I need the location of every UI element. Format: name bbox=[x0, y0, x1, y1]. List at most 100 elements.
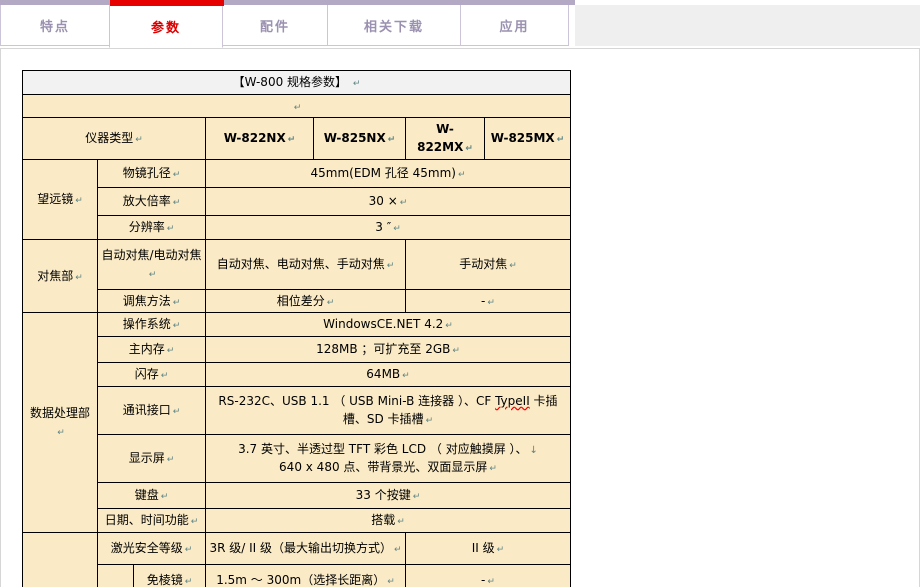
return-mark: ↵ bbox=[327, 298, 335, 308]
label-focus-method: 调焦方法↵ bbox=[98, 289, 206, 313]
value-autofocus-nx: 自动对焦、电动对焦、手动对焦↵ bbox=[206, 239, 406, 289]
spec-table: 【W-800 规格参数】 ↵ ↵ 仪器类型↵ W-822NX↵ W- bbox=[22, 70, 571, 587]
model-col-2: W-825NX↵ bbox=[314, 118, 406, 160]
value-resolution: 3 ″↵ bbox=[206, 215, 571, 239]
label-flash: 闪存↵ bbox=[98, 363, 206, 387]
tab-applications-label: 应用 bbox=[499, 16, 529, 35]
row-flash: 闪存↵ 64MB↵ bbox=[23, 363, 571, 387]
value-aperture: 45mm(EDM 孔径 45mm)↵ bbox=[206, 159, 571, 187]
tab-parameters-label: 参数 bbox=[151, 17, 181, 36]
return-mark: ↵ bbox=[445, 321, 453, 331]
table-title: 【W-800 规格参数】 ↵ bbox=[23, 71, 571, 95]
return-mark: ↵ bbox=[185, 545, 193, 555]
value-keyboard: 33 个按键↵ bbox=[206, 482, 571, 508]
return-mark: ↵ bbox=[458, 170, 466, 180]
row-magnification: 放大倍率↵ 30 ×↵ bbox=[23, 187, 571, 215]
model-col-1: W-822NX↵ bbox=[206, 118, 314, 160]
group-edm-empty bbox=[23, 532, 98, 587]
value-reflectorless-nx: 1.5m ～ 300m（选择长距离）↵ bbox=[206, 564, 406, 587]
return-mark: ↵ bbox=[173, 407, 181, 417]
return-mark: ↵ bbox=[149, 270, 157, 280]
return-mark: ↵ bbox=[191, 517, 199, 527]
content-panel: 【W-800 规格参数】 ↵ ↵ 仪器类型↵ W-822NX↵ W- bbox=[0, 48, 920, 587]
return-mark: ↵ bbox=[173, 170, 181, 180]
tab-parameters[interactable]: 参数 bbox=[109, 5, 223, 48]
value-os: WindowsCE.NET 4.2↵ bbox=[206, 313, 571, 337]
value-autofocus-mx: 手动对焦↵ bbox=[406, 239, 571, 289]
label-autofocus: 自动对焦/电动对焦↵ bbox=[98, 239, 206, 289]
value-focus-method-nx: 相位差分↵ bbox=[206, 289, 406, 313]
return-mark: ↵ bbox=[388, 135, 396, 145]
tab-features-label: 特点 bbox=[40, 16, 70, 35]
header-row: 仪器类型↵ W-822NX↵ W-825NX↵ W-822MX↵ W-825MX… bbox=[23, 118, 571, 160]
return-mark: ↵ bbox=[353, 79, 361, 89]
return-mark: ↵ bbox=[173, 298, 181, 308]
label-reflectorless: 免棱镜↵ bbox=[134, 564, 206, 587]
tab-applications[interactable]: 应用 bbox=[460, 5, 569, 46]
return-mark: ↵ bbox=[413, 492, 421, 502]
row-laser: 激光安全等级↵ 3R 级/ II 级（最大输出切换方式）↵ II 级↵ bbox=[23, 532, 571, 564]
label-magnification: 放大倍率↵ bbox=[98, 187, 206, 215]
value-comm: RS-232C、USB 1.1 （ USB Mini-B 连接器 ）、CF Ty… bbox=[206, 386, 571, 434]
value-focus-method-mx: -↵ bbox=[406, 289, 571, 313]
tab-accessories-label: 配件 bbox=[260, 16, 290, 35]
return-mark: ↵ bbox=[294, 103, 302, 113]
label-display: 显示屏↵ bbox=[98, 434, 206, 482]
table-title-text: 【W-800 规格参数】 bbox=[233, 75, 347, 89]
row-resolution: 分辨率↵ 3 ″↵ bbox=[23, 215, 571, 239]
return-mark: ↵ bbox=[387, 577, 395, 587]
return-mark: ↵ bbox=[185, 577, 193, 587]
return-mark: ↵ bbox=[397, 517, 405, 527]
group-data-processing: 数据处理部↵ bbox=[23, 313, 98, 533]
return-mark: ↵ bbox=[452, 346, 460, 356]
return-mark: ↵ bbox=[161, 371, 169, 381]
label-resolution: 分辨率↵ bbox=[98, 215, 206, 239]
return-mark: ↵ bbox=[489, 464, 497, 474]
row-memory: 主内存↵ 128MB ；可扩充至 2GB↵ bbox=[23, 337, 571, 363]
tabbar-right-filler bbox=[575, 5, 920, 46]
tab-downloads-label: 相关下载 bbox=[364, 16, 424, 35]
row-reflectorless: 测↵ 免棱镜↵ 1.5m ～ 300m（选择长距离）↵ -↵ bbox=[23, 564, 571, 587]
return-mark: ↵ bbox=[402, 371, 410, 381]
active-tab-indicator bbox=[110, 0, 224, 6]
page: 特点 参数 配件 相关下载 应用 【W-800 规格参数】 ↵ bbox=[0, 0, 920, 587]
return-mark: ↵ bbox=[393, 224, 401, 234]
row-focus-method: 调焦方法↵ 相位差分↵ -↵ bbox=[23, 289, 571, 313]
return-mark: ↵ bbox=[387, 261, 395, 271]
return-mark: ↵ bbox=[497, 545, 505, 555]
group-telescope: 望远镜↵ bbox=[23, 159, 98, 239]
spellcheck-underline: TypeII bbox=[495, 394, 530, 408]
empty-row: ↵ bbox=[23, 94, 571, 118]
return-mark: ↵ bbox=[426, 416, 434, 426]
return-mark: ↵ bbox=[167, 224, 175, 234]
linebreak-mark: ↓ bbox=[530, 445, 538, 456]
value-display: 3.7 英寸、半透过型 TFT 彩色 LCD （ 对应触摸屏 ）、↓ 640 x… bbox=[206, 434, 571, 482]
return-mark: ↵ bbox=[167, 455, 175, 465]
tab-features[interactable]: 特点 bbox=[0, 5, 110, 46]
tab-accessories[interactable]: 配件 bbox=[222, 5, 328, 46]
model-col-3: W-822MX↵ bbox=[406, 118, 485, 160]
return-mark: ↵ bbox=[173, 198, 181, 208]
return-mark: ↵ bbox=[173, 321, 181, 331]
value-flash: 64MB↵ bbox=[206, 363, 571, 387]
label-memory: 主内存↵ bbox=[98, 337, 206, 363]
value-reflectorless-mx: -↵ bbox=[406, 564, 571, 587]
header-instrument-type: 仪器类型↵ bbox=[23, 118, 206, 160]
return-mark: ↵ bbox=[487, 577, 495, 587]
return-mark: ↵ bbox=[161, 492, 169, 502]
row-autofocus: 对焦部↵ 自动对焦/电动对焦↵ 自动对焦、电动对焦、手动对焦↵ 手动对焦↵ bbox=[23, 239, 571, 289]
label-datetime: 日期、时间功能↵ bbox=[98, 508, 206, 532]
return-mark: ↵ bbox=[57, 428, 65, 438]
label-comm: 通讯接口↵ bbox=[98, 386, 206, 434]
return-mark: ↵ bbox=[487, 298, 495, 308]
return-mark: ↵ bbox=[509, 261, 517, 271]
row-os: 数据处理部↵ 操作系统↵ WindowsCE.NET 4.2↵ bbox=[23, 313, 571, 337]
group-focus: 对焦部↵ bbox=[23, 239, 98, 313]
row-keyboard: 键盘↵ 33 个按键↵ bbox=[23, 482, 571, 508]
value-memory: 128MB ；可扩充至 2GB↵ bbox=[206, 337, 571, 363]
tab-downloads[interactable]: 相关下载 bbox=[327, 5, 461, 46]
label-aperture: 物镜孔径↵ bbox=[98, 159, 206, 187]
group-range-partial: 测↵ bbox=[98, 564, 134, 587]
return-mark: ↵ bbox=[557, 135, 565, 145]
return-mark: ↵ bbox=[400, 198, 408, 208]
